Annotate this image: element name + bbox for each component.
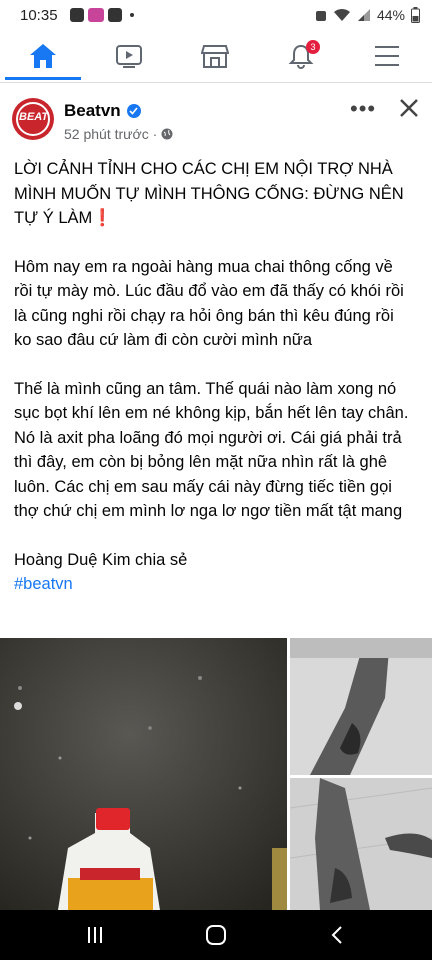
alarm-icon [315,10,326,21]
post-title: LỜI CẢNH TỈNH CHO CÁC CHỊ EM NỘI TRỢ NHÀ… [14,157,414,231]
post-options-button[interactable]: ••• [350,96,376,122]
verified-badge-icon [126,104,141,118]
post-title-text: LỜI CẢNH TỈNH CHO CÁC CHỊ EM NỘI TRỢ NHÀ… [14,160,404,227]
system-navigation-bar [0,910,432,960]
tab-marketplace[interactable] [172,32,258,80]
tab-notifications[interactable]: 3 [258,32,344,80]
globe-icon [161,128,173,140]
post-author-line: Hoàng Duệ Kim chia sẻ [14,550,188,569]
close-icon [400,99,418,117]
home-icon [30,44,56,68]
tab-home[interactable] [0,32,86,80]
avatar-logo-text: BEAT [19,111,49,123]
recents-icon [88,927,102,943]
post-author[interactable]: Beatvn [64,101,141,121]
signal-icon [357,9,370,21]
exclamation-emoji: ❗ [92,209,113,227]
post-paragraph-2: Thế là mình cũng an tâm. Thế quái nào là… [14,379,409,521]
app-icon [108,8,122,22]
more-notifications-icon [130,13,134,17]
battery-percent: 44% [376,7,405,23]
photo-burned-leg-2[interactable] [290,778,432,910]
marketplace-icon [201,45,229,68]
active-tab-indicator [5,77,81,80]
page-name[interactable]: Beatvn [64,101,121,121]
battery-icon [411,7,420,23]
video-icon [116,45,142,68]
status-time: 10:35 [20,7,58,24]
status-bar: 10:35 44% [0,0,432,32]
back-chevron-icon [331,926,342,944]
wifi-icon [333,8,350,21]
gallery-icon [70,8,84,22]
post-paragraph-1: Hôm nay em ra ngoài hàng mua chai thông … [14,257,404,350]
status-right: 44% [315,7,420,23]
notification-badge: 3 [306,40,320,54]
post-text: LỜI CẢNH TỈNH CHO CÁC CHỊ EM NỘI TRỢ NHÀ… [14,157,414,597]
hide-post-button[interactable] [398,97,422,121]
home-circle-icon [206,925,226,945]
recents-button[interactable] [82,922,108,948]
tab-video[interactable] [86,32,172,80]
hashtag-link[interactable]: #beatvn [14,572,414,597]
tab-menu[interactable] [344,32,430,80]
home-button[interactable] [203,922,229,948]
menu-icon [375,46,399,66]
post-time[interactable]: 52 phút trước · [64,126,157,142]
messenger-icon [88,8,104,22]
back-button[interactable] [324,922,350,948]
post-meta: 52 phút trước · [64,126,173,142]
photo-drain-cleaner-bottle[interactable] [0,638,287,910]
post-photos [0,638,432,910]
top-navigation: 3 [0,32,432,83]
photo-burned-leg-1[interactable] [290,638,432,775]
page-avatar[interactable]: BEAT [12,98,54,140]
status-notification-icons [70,8,134,22]
